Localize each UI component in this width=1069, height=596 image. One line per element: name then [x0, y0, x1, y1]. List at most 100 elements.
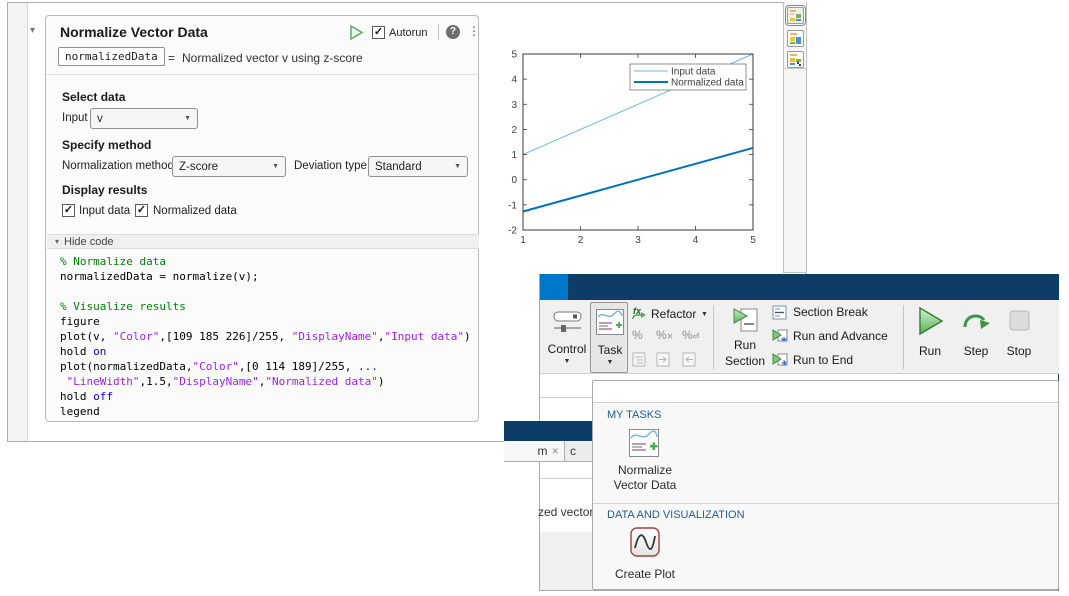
refactor-label: Refactor	[651, 307, 697, 321]
run-section-label-1: Run	[733, 338, 756, 352]
indent-right-icon[interactable]	[656, 352, 670, 367]
fragment-divider	[540, 397, 592, 398]
toolstrip-separator	[713, 305, 714, 369]
gallery-item-normalize-vector-data[interactable]: Normalize Vector Data	[607, 425, 683, 495]
svg-text:4: 4	[693, 235, 699, 246]
refactor-fx-icon: fx	[632, 306, 646, 320]
run-button[interactable]: Run	[910, 304, 950, 370]
task-title: Normalize Vector Data	[60, 24, 208, 40]
check-icon: ✓	[63, 204, 74, 216]
gallery-search-strip[interactable]	[593, 381, 1058, 403]
control-label: Control	[547, 342, 587, 356]
normalized-data-checkbox[interactable]: ✓	[135, 204, 148, 217]
stop-icon	[1009, 310, 1030, 331]
indent-left-icon[interactable]	[682, 352, 696, 367]
svg-text:Input data: Input data	[671, 67, 716, 78]
check-icon: ✓	[136, 204, 147, 216]
task-code-editor[interactable]: % Normalize data normalizedData = normali…	[60, 254, 474, 419]
tab-label: c	[570, 444, 576, 458]
step-label: Step	[963, 344, 989, 358]
comment-button-row: % %✕ %⏎	[632, 328, 712, 346]
output-figure: Input dataNormalized data 1 2 3 4 5 -2 -1 0 1 2 3 4 5	[508, 50, 756, 247]
run-icon	[919, 306, 944, 336]
input-data-checkbox[interactable]: ✓	[62, 204, 75, 217]
normalize-task-icon	[629, 429, 659, 457]
chevron-down-icon: ▼	[454, 163, 461, 170]
editor-gutter	[8, 3, 28, 441]
output-on-right-icon[interactable]	[787, 30, 804, 47]
hide-code-view-icon[interactable]	[787, 51, 804, 68]
header-divider	[438, 24, 439, 40]
svg-text:-2: -2	[508, 226, 517, 237]
help-icon[interactable]: ?	[446, 25, 460, 39]
section-collapse-icon[interactable]: ▾	[30, 25, 35, 36]
hide-code-toggle[interactable]: ▾ Hide code	[47, 234, 479, 249]
gallery-section-divider	[593, 503, 1058, 504]
run-and-advance-button[interactable]: Run and Advance	[772, 328, 897, 348]
smart-indent-icon[interactable]	[632, 352, 646, 367]
layout-thumbnail-icon	[790, 54, 801, 66]
svg-text:5: 5	[511, 50, 517, 61]
run-to-end-icon	[772, 353, 788, 366]
run-and-advance-icon	[772, 329, 788, 342]
chevron-down-icon: ▼	[563, 358, 571, 365]
run-to-end-button[interactable]: Run to End	[772, 352, 897, 372]
run-task-button[interactable]	[350, 24, 364, 45]
run-to-end-label: Run to End	[793, 353, 854, 367]
data-and-visualization-header: DATA AND VISUALIZATION	[607, 509, 745, 521]
stop-label: Stop	[1006, 344, 1032, 358]
normalization-method-value: Z-score	[179, 160, 218, 173]
equals-sign: =	[168, 51, 176, 65]
deviation-type-dropdown[interactable]: Standard ▼	[368, 156, 468, 177]
close-icon[interactable]: ✕	[551, 446, 559, 457]
autorun-checkbox[interactable]: ✓	[372, 26, 385, 39]
svg-text:3: 3	[635, 235, 641, 246]
screenshot-canvas: ▾ Normalize Vector Data ✓ Autorun ? ⋮ no…	[0, 0, 1069, 596]
task-label: Task	[597, 343, 623, 357]
editor-view-strip	[783, 2, 807, 273]
run-section-label-2: Section	[724, 354, 766, 368]
gallery-item-create-plot[interactable]: Create Plot	[607, 525, 683, 585]
comment-icon[interactable]: %	[632, 328, 643, 342]
item-label: Create Plot	[614, 567, 676, 581]
run-section-button[interactable]: Run Section	[720, 302, 770, 372]
input-data-value: v	[97, 112, 103, 125]
section-break-button[interactable]: Section Break	[772, 304, 897, 324]
uncomment-icon[interactable]: %✕	[656, 328, 673, 342]
normalization-method-label: Normalization method	[62, 160, 174, 172]
normalized-data-checkbox-label: Normalized data	[153, 205, 237, 217]
step-icon	[963, 314, 990, 329]
output-inline-icon[interactable]	[785, 5, 806, 26]
indent-button-row	[632, 352, 712, 370]
run-section-icon	[733, 308, 758, 332]
step-button[interactable]: Step	[955, 304, 997, 370]
svg-text:Normalized data: Normalized data	[671, 78, 744, 89]
titlebar-accent	[540, 274, 568, 300]
wrap-comments-icon[interactable]: %⏎	[682, 328, 699, 342]
control-button[interactable]: Control ▼	[544, 302, 590, 372]
toolstrip-separator	[903, 305, 904, 369]
refactor-button[interactable]: fx Refactor ▼	[631, 305, 713, 325]
layout-thumbnail-icon	[790, 10, 801, 21]
svg-text:4: 4	[511, 75, 517, 86]
play-icon	[350, 24, 364, 41]
check-icon: ✓	[373, 26, 384, 38]
task-button[interactable]: Task ▼	[590, 302, 628, 373]
svg-text:2: 2	[578, 235, 584, 246]
svg-text:1: 1	[520, 235, 526, 246]
stop-button[interactable]: Stop	[1000, 304, 1038, 370]
background-titlebar-fragment	[504, 421, 592, 441]
chevron-down-icon: ▼	[701, 311, 708, 318]
item-label-line2: Vector Data	[613, 478, 677, 492]
editor-tab[interactable]: c	[570, 444, 576, 458]
autorun-label: Autorun	[389, 27, 428, 39]
normalization-method-dropdown[interactable]: Z-score ▼	[172, 156, 286, 177]
output-variable-field[interactable]: normalizedData	[58, 47, 165, 66]
editor-tab[interactable]: m ✕	[504, 441, 565, 461]
control-icon	[553, 311, 582, 332]
deviation-type-label: Deviation type	[294, 160, 367, 172]
section-break-label: Section Break	[793, 305, 868, 319]
svg-text:-1: -1	[508, 200, 517, 211]
svg-text:2: 2	[511, 125, 517, 136]
input-data-dropdown[interactable]: v ▼	[90, 108, 198, 129]
